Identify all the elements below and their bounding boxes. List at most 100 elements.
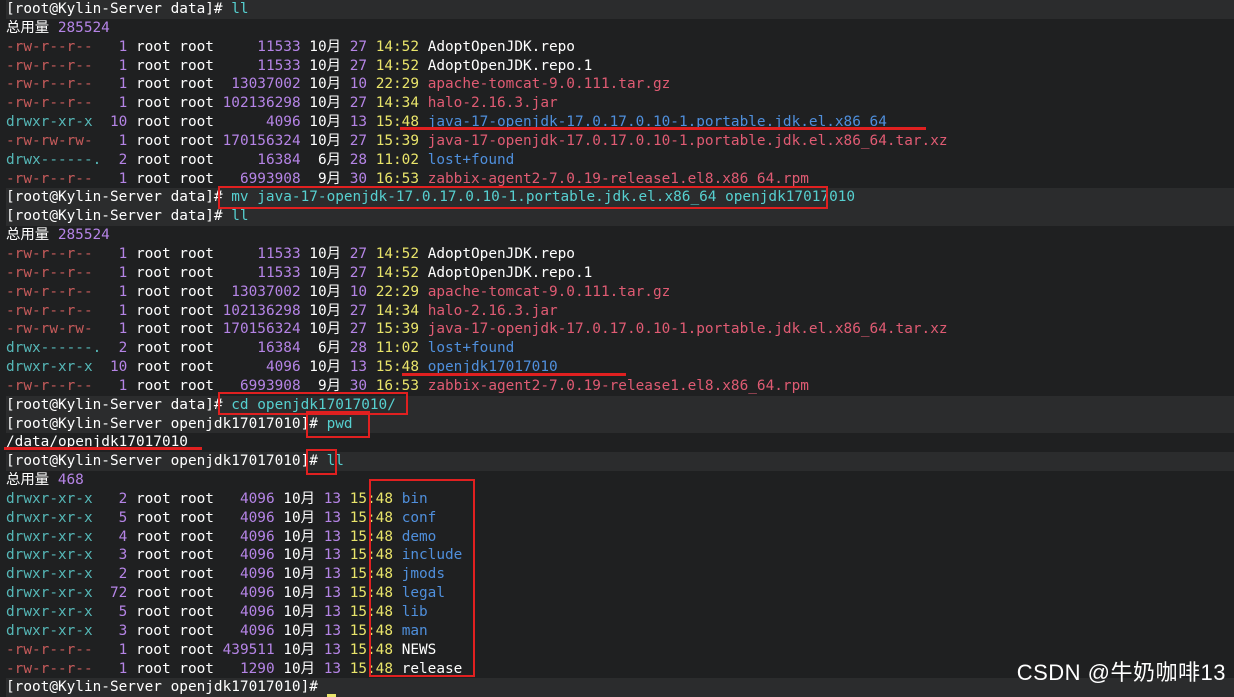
time: 15:39 bbox=[375, 132, 420, 149]
day: 10 bbox=[349, 283, 368, 300]
listing-row: -rw-rw-rw- 1 root root 170156324 10月 27 … bbox=[6, 320, 1234, 339]
file-name[interactable]: AdoptOpenJDK.repo bbox=[428, 39, 575, 55]
link-count: 3 bbox=[101, 622, 128, 639]
file-size: 439511 bbox=[222, 641, 275, 658]
listing-row: -rw-r--r-- 1 root root 11533 10月 27 14:5… bbox=[6, 57, 1234, 76]
file-name[interactable]: include bbox=[402, 547, 463, 563]
file-name[interactable]: AdoptOpenJDK.repo.1 bbox=[428, 265, 593, 281]
time: 15:48 bbox=[349, 490, 394, 507]
owner-group: root root bbox=[135, 641, 214, 658]
time: 15:48 bbox=[349, 660, 394, 677]
day: 27 bbox=[349, 302, 368, 319]
permissions: -rw-r--r-- bbox=[6, 264, 102, 281]
day: 13 bbox=[323, 547, 342, 564]
terminal-output[interactable]: [root@Kylin-Server data]# ll 总用量 285524 -r… bbox=[6, 0, 1234, 697]
file-name[interactable]: demo bbox=[402, 529, 437, 545]
month: 10月 bbox=[309, 321, 342, 338]
owner-group: root root bbox=[135, 245, 214, 262]
month: 10月 bbox=[283, 622, 316, 639]
prompt-line: [root@Kylin-Server openjdk17017010]# ll bbox=[6, 452, 1234, 472]
owner-group: root root bbox=[135, 76, 214, 93]
owner-group: root root bbox=[135, 283, 214, 300]
file-name[interactable]: conf bbox=[402, 510, 437, 526]
month: 10月 bbox=[283, 547, 316, 564]
file-size: 11533 bbox=[222, 245, 301, 262]
day: 27 bbox=[349, 132, 368, 149]
month: 10月 bbox=[283, 490, 316, 507]
time: 14:52 bbox=[375, 245, 420, 262]
file-name[interactable]: lost+found bbox=[428, 340, 515, 356]
file-name[interactable]: apache-tomcat-9.0.111.tar.gz bbox=[428, 284, 671, 300]
time: 22:29 bbox=[375, 76, 420, 93]
owner-group: root root bbox=[135, 114, 214, 131]
file-name[interactable]: zabbix-agent2-7.0.19-release1.el8.x86_64… bbox=[428, 171, 809, 187]
file-size: 102136298 bbox=[222, 302, 301, 319]
time: 15:48 bbox=[349, 604, 394, 620]
file-size: 16384 bbox=[222, 151, 301, 168]
file-name[interactable]: java-17-openjdk-17.0.17.0.10-1.portable.… bbox=[428, 321, 948, 337]
prompt-line: [root@Kylin-Server openjdk17017010]# pwd bbox=[6, 414, 1234, 434]
command-text: cd openjdk17017010/ bbox=[231, 396, 396, 413]
prompt-text: [root@Kylin-Server data]# bbox=[6, 208, 232, 225]
link-count: 10 bbox=[101, 114, 128, 131]
file-size: 16384 bbox=[222, 340, 301, 357]
pwd-output-line: /data/openjdk17017010 bbox=[6, 433, 1234, 452]
day: 13 bbox=[323, 660, 342, 677]
file-size: 4096 bbox=[222, 585, 275, 602]
prompt-line: [root@Kylin-Server data]# cd openjdk1701… bbox=[6, 395, 1234, 415]
permissions: drwxr-xr-x bbox=[6, 585, 102, 602]
listing-row: drwxr-xr-x 72 root root 4096 10月 13 15:4… bbox=[6, 584, 1234, 603]
owner-group: root root bbox=[135, 38, 214, 55]
file-name[interactable]: AdoptOpenJDK.repo bbox=[428, 246, 575, 262]
link-count: 1 bbox=[101, 132, 128, 149]
file-size: 11533 bbox=[222, 57, 301, 74]
permissions: -rw-r--r-- bbox=[6, 283, 102, 300]
file-name[interactable]: lost+found bbox=[428, 152, 515, 168]
file-size: 6993908 bbox=[222, 377, 301, 394]
month: 10月 bbox=[283, 585, 316, 602]
file-name[interactable]: AdoptOpenJDK.repo.1 bbox=[428, 58, 593, 74]
file-name[interactable]: halo-2.16.3.jar bbox=[428, 303, 558, 319]
link-count: 1 bbox=[101, 283, 128, 300]
file-size: 170156324 bbox=[222, 132, 301, 149]
month: 10月 bbox=[309, 359, 342, 376]
file-name[interactable]: java-17-openjdk-17.0.17.0.10-1.portable.… bbox=[428, 133, 948, 149]
prompt-line: [root@Kylin-Server data]# mv java-17-ope… bbox=[6, 188, 1234, 208]
file-name[interactable]: NEWS bbox=[402, 642, 437, 658]
file-name[interactable]: jmods bbox=[402, 566, 445, 582]
link-count: 1 bbox=[101, 57, 128, 74]
listing-row: drwxr-xr-x 2 root root 4096 10月 13 15:48… bbox=[6, 490, 1234, 509]
month: 10月 bbox=[309, 57, 342, 74]
file-name[interactable]: man bbox=[402, 623, 428, 639]
month: 10月 bbox=[283, 509, 316, 526]
link-count: 1 bbox=[101, 245, 128, 262]
file-name[interactable]: java-17-openjdk-17.0.17.0.10-1.portable.… bbox=[428, 114, 887, 130]
link-count: 1 bbox=[101, 321, 128, 338]
link-count: 2 bbox=[101, 490, 128, 507]
file-name[interactable]: lib bbox=[402, 604, 428, 620]
permissions: drwxr-xr-x bbox=[6, 622, 102, 639]
file-name[interactable]: legal bbox=[402, 585, 445, 601]
owner-group: root root bbox=[135, 528, 214, 545]
listing-row: drwx------. 2 root root 16384 6月 28 11:0… bbox=[6, 339, 1234, 358]
link-count: 2 bbox=[101, 151, 128, 168]
day: 13 bbox=[323, 604, 342, 620]
time: 15:39 bbox=[375, 321, 420, 338]
file-name[interactable]: zabbix-agent2-7.0.19-release1.el8.x86_64… bbox=[428, 378, 809, 394]
prompt-text: [root@Kylin-Server openjdk17017010]# bbox=[6, 415, 327, 432]
permissions: -rw-rw-rw- bbox=[6, 321, 102, 338]
listing-row: -rw-r--r-- 1 root root 11533 10月 27 14:5… bbox=[6, 38, 1234, 57]
file-name[interactable]: release bbox=[402, 661, 463, 677]
month: 10月 bbox=[283, 660, 316, 677]
file-size: 1290 bbox=[222, 660, 275, 677]
file-name[interactable]: openjdk17017010 bbox=[428, 359, 558, 375]
total-line: 总用量 285524 bbox=[6, 226, 1234, 245]
file-name[interactable]: apache-tomcat-9.0.111.tar.gz bbox=[428, 76, 671, 92]
file-name[interactable]: bin bbox=[402, 491, 428, 507]
day: 13 bbox=[323, 641, 342, 658]
listing-row: drwxr-xr-x 2 root root 4096 10月 13 15:48… bbox=[6, 565, 1234, 584]
owner-group: root root bbox=[135, 264, 214, 281]
permissions: drwx------. bbox=[6, 151, 102, 168]
permissions: drwxr-xr-x bbox=[6, 359, 102, 376]
file-name[interactable]: halo-2.16.3.jar bbox=[428, 95, 558, 111]
